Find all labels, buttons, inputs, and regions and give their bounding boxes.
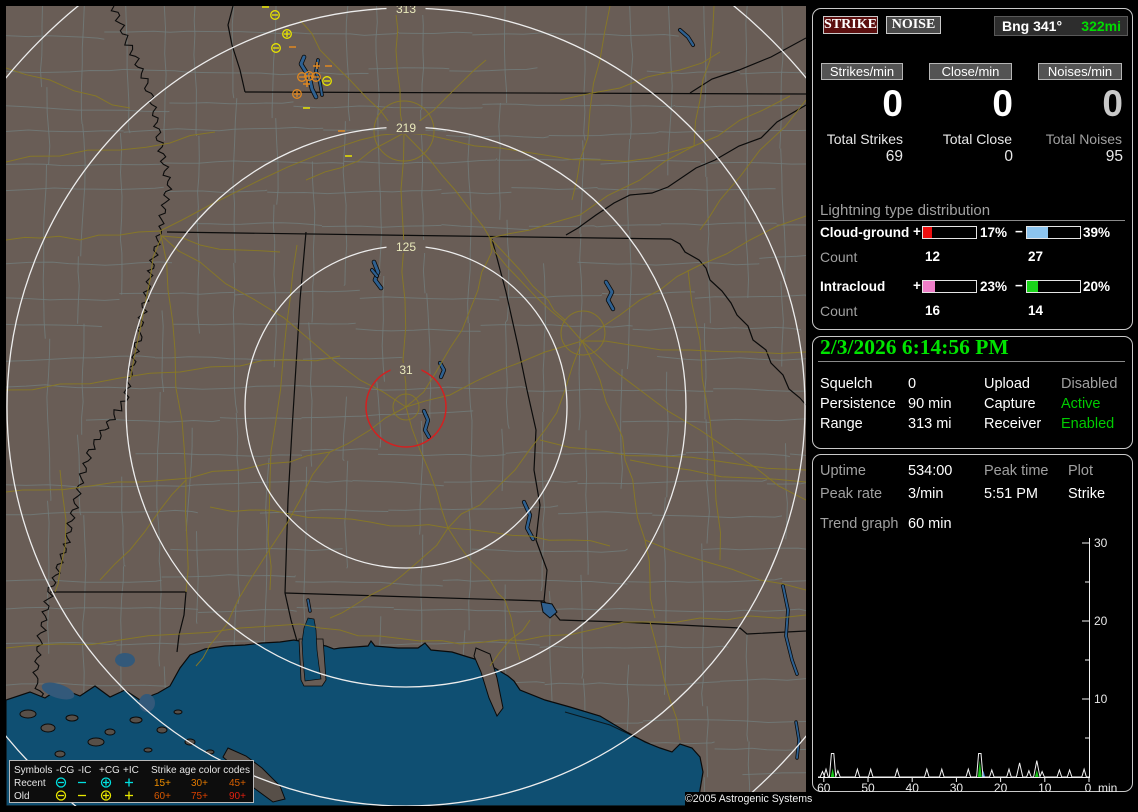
- svg-text:0: 0: [1085, 781, 1092, 795]
- svg-text:40: 40: [906, 781, 920, 795]
- svg-text:20: 20: [1094, 614, 1108, 628]
- svg-text:60: 60: [817, 781, 831, 795]
- svg-text:10: 10: [1038, 781, 1052, 795]
- svg-text:10: 10: [1094, 692, 1108, 706]
- svg-text:min: min: [1098, 781, 1117, 795]
- svg-text:20: 20: [994, 781, 1008, 795]
- svg-text:50: 50: [861, 781, 875, 795]
- svg-text:30: 30: [950, 781, 964, 795]
- svg-text:30: 30: [1094, 536, 1108, 550]
